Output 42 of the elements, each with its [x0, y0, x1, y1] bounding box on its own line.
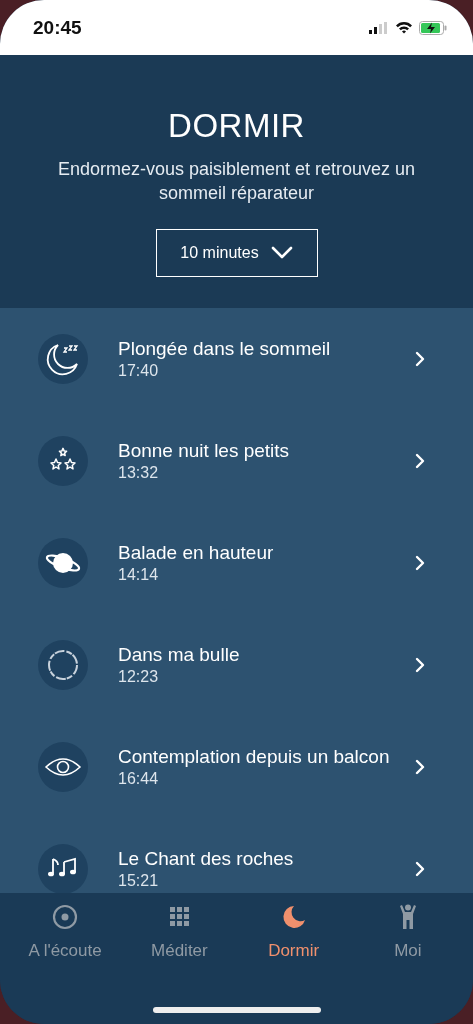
- session-title: Bonne nuit les petits: [118, 439, 291, 463]
- session-row[interactable]: Le Chant des roches 15:21: [0, 818, 473, 893]
- moon-icon: [38, 334, 88, 384]
- session-duration: 14:14: [118, 565, 160, 585]
- duration-dropdown[interactable]: 10 minutes: [155, 229, 318, 277]
- session-title: Balade en hauteur: [118, 541, 275, 565]
- session-duration: 17:40: [118, 361, 160, 381]
- stars-icon: [38, 436, 88, 486]
- chevron-right-icon: [415, 759, 425, 775]
- chevron-right-icon: [415, 657, 425, 673]
- page-subtitle: Endormez-vous paisiblement et retrouvez un sommeil réparateur: [56, 158, 417, 205]
- session-duration: 13:32: [118, 463, 160, 483]
- page-title: DORMIR: [168, 107, 305, 145]
- session-title: Plongée dans le sommeil: [118, 337, 332, 361]
- session-row[interactable]: Plongée dans le sommeil 17:40: [0, 308, 473, 410]
- status-time: 20:45: [33, 16, 82, 39]
- session-title: Dans ma bulle: [118, 643, 241, 667]
- target-icon: [51, 903, 80, 931]
- session-duration: 16:44: [118, 769, 160, 789]
- session-row[interactable]: Bonne nuit les petits 13:32: [0, 410, 473, 512]
- tab[interactable]: Dormir: [236, 893, 351, 973]
- session-title: Contemplation depuis un balcon: [118, 745, 391, 769]
- wifi-icon: [395, 21, 413, 34]
- planet-icon: [38, 538, 88, 588]
- tab[interactable]: Méditer: [122, 893, 237, 973]
- chevron-right-icon: [415, 351, 425, 367]
- session-row[interactable]: Balade en hauteur 14:14: [0, 512, 473, 614]
- session-row[interactable]: Contemplation depuis un balcon 16:44: [0, 716, 473, 818]
- battery-charging-icon: [419, 20, 447, 35]
- session-duration: 12:23: [118, 667, 160, 687]
- session-duration: 15:21: [118, 871, 160, 891]
- tab[interactable]: Moi: [350, 893, 465, 973]
- session-row[interactable]: Dans ma bulle 12:23: [0, 614, 473, 716]
- chevron-right-icon: [415, 861, 425, 877]
- signal-icon: [369, 21, 389, 34]
- eye-icon: [38, 742, 88, 792]
- chevron-right-icon: [415, 555, 425, 571]
- chevron-right-icon: [415, 453, 425, 469]
- chevron-down-icon: [270, 246, 293, 260]
- session-title: Le Chant des roches: [118, 847, 295, 871]
- ring-icon: [38, 640, 88, 690]
- tab[interactable]: A l'écoute: [8, 893, 123, 973]
